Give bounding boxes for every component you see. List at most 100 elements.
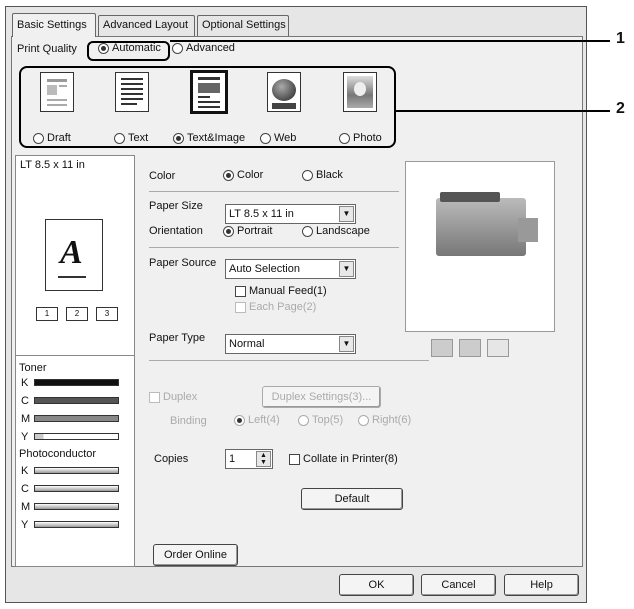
duplex-settings-button[interactable]: Duplex Settings(3)... [262,386,381,408]
paper-size-select[interactable]: LT 8.5 x 11 in ▼ [225,204,356,224]
toner-m-label: M [21,413,31,425]
binding-label: Binding [170,415,207,427]
checkbox-indicator [235,285,246,297]
printer-body [436,198,526,256]
paper-source-select[interactable]: Auto Selection ▼ [225,259,356,279]
manual-feed-checkbox[interactable]: Manual Feed(1) [235,285,327,297]
page-letter: A [60,234,83,271]
toner-y-bar [34,433,119,440]
printer-status-icon[interactable] [459,339,481,357]
tab-optional-settings[interactable]: Optional Settings [197,15,289,36]
radio-indicator [302,225,313,237]
chevron-down-icon: ▼ [339,206,354,222]
callout-2-line [396,110,610,112]
printer-settings-icon[interactable] [431,339,453,357]
default-button[interactable]: Default [301,488,403,510]
photo-k-label: K [21,465,29,477]
advanced-label: Advanced [186,42,235,54]
callout-2-number: 2 [616,100,625,117]
toner-c-label: C [21,395,29,407]
duplex-checkbox[interactable]: Duplex [149,391,197,403]
paper-type-label: Paper Type [149,332,206,344]
paper-type-value: Normal [229,338,265,350]
duplex-label: Duplex [163,391,198,403]
chevron-down-icon: ▼ [339,336,354,352]
copies-value: 1 [229,453,236,465]
photo-m-bar [34,503,119,510]
callout-1-highlight [87,41,170,61]
paper-size-label: Paper Size [149,200,203,212]
photo-y-bar [34,521,119,528]
binding-right-radio[interactable]: Right(6) [358,414,411,426]
order-online-button[interactable]: Order Online [153,544,238,566]
landscape-label: Landscape [316,225,370,237]
copies-spinner[interactable]: 1 ▲ ▼ [225,449,273,469]
tab-advanced-layout[interactable]: Advanced Layout [98,15,195,36]
copies-label: Copies [154,453,189,465]
binding-top-radio[interactable]: Top(5) [298,414,343,426]
print-quality-label: Print Quality [17,43,77,55]
help-button[interactable]: Help [504,574,579,596]
photo-m-label: M [21,501,31,513]
paper-preview-page: A [45,219,103,291]
photo-k-bar [34,467,119,474]
radio-indicator [234,414,245,426]
manual-feed-label: Manual Feed(1) [249,285,327,297]
each-page-checkbox[interactable]: Each Page(2) [235,301,316,313]
callout-2-highlight [19,66,396,148]
printer-image-pane [405,161,555,332]
toner-c-bar [34,397,119,404]
binding-left-label: Left(4) [248,414,280,426]
radio-indicator [298,414,309,426]
collate-checkbox[interactable]: Collate in Printer(8) [289,453,398,465]
orientation-label: Orientation [149,225,203,237]
radio-indicator [302,169,313,181]
tab-basic-settings[interactable]: Basic Settings [12,13,96,37]
photoconductor-label: Photoconductor [19,448,97,460]
callout-1-number: 1 [616,30,625,47]
radio-indicator [358,414,369,426]
advanced-radio[interactable]: Advanced [172,42,235,54]
paper-source-value: Auto Selection [229,263,300,275]
color-option-label: Color [237,169,264,181]
printer-side [518,218,538,242]
radio-indicator [223,225,234,237]
landscape-radio[interactable]: Landscape [302,225,370,237]
pages-per-sheet-icon: 1 2 3 [36,307,118,321]
checkbox-indicator [149,391,160,403]
paper-type-select[interactable]: Normal ▼ [225,334,356,354]
ok-button[interactable]: OK [339,574,414,596]
portrait-label: Portrait [237,225,273,237]
color-label: Color [149,170,176,182]
paper-source-label: Paper Source [149,257,217,269]
color-radio[interactable]: Color [223,169,263,181]
divider [149,191,399,192]
toner-label: Toner [19,362,47,374]
toner-k-label: K [21,377,29,389]
toner-k-bar [34,379,119,386]
paper-size-preview-label: LT 8.5 x 11 in [20,159,85,171]
divider [149,247,399,248]
each-page-label: Each Page(2) [249,301,317,313]
collate-label: Collate in Printer(8) [303,453,398,465]
cancel-button[interactable]: Cancel [421,574,496,596]
paper-size-value: LT 8.5 x 11 in [229,208,294,220]
binding-right-label: Right(6) [372,414,412,426]
chevron-down-icon: ▼ [339,261,354,277]
printer-layout-icon[interactable] [487,339,509,357]
divider [149,360,429,361]
radio-indicator [172,42,183,54]
black-option-label: Black [316,169,343,181]
callout-1-line [170,40,610,42]
toner-m-bar [34,415,119,422]
binding-top-label: Top(5) [312,414,344,426]
photo-c-label: C [21,483,29,495]
checkbox-indicator [289,453,300,465]
checkbox-indicator [235,301,246,313]
portrait-radio[interactable]: Portrait [223,225,272,237]
toner-y-label: Y [21,431,29,443]
spinner-icon: ▲ ▼ [256,451,271,467]
photo-c-bar [34,485,119,492]
black-radio[interactable]: Black [302,169,343,181]
binding-left-radio[interactable]: Left(4) [234,414,280,426]
